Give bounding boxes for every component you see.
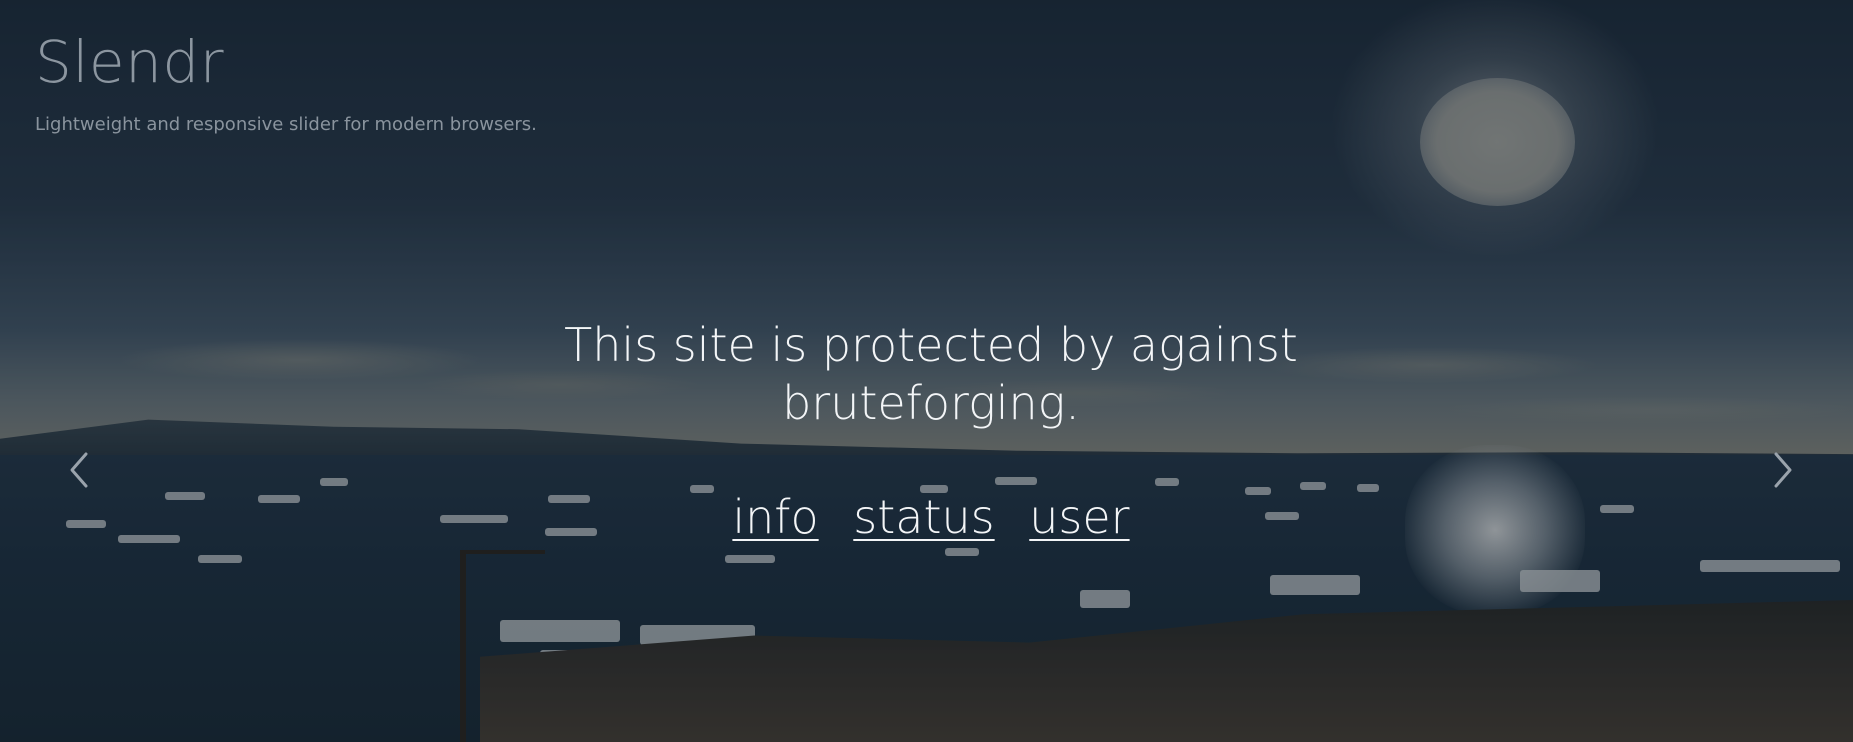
page: Slendr Lightweight and responsive slider… (0, 0, 1853, 742)
chevron-right-icon (1774, 452, 1792, 488)
prev-slide-button[interactable] (60, 450, 100, 490)
brand-subtitle: Lightweight and responsive slider for mo… (35, 114, 537, 135)
info-link[interactable]: info (732, 490, 818, 544)
link-group: info status user (526, 490, 1336, 544)
brand-title: Slendr (35, 28, 225, 96)
next-slide-button[interactable] (1762, 450, 1802, 490)
chevron-left-icon (70, 452, 88, 488)
status-link[interactable]: status (853, 490, 994, 544)
protection-message: This site is protected by against brutef… (564, 318, 1298, 430)
user-link[interactable]: user (1029, 490, 1129, 544)
